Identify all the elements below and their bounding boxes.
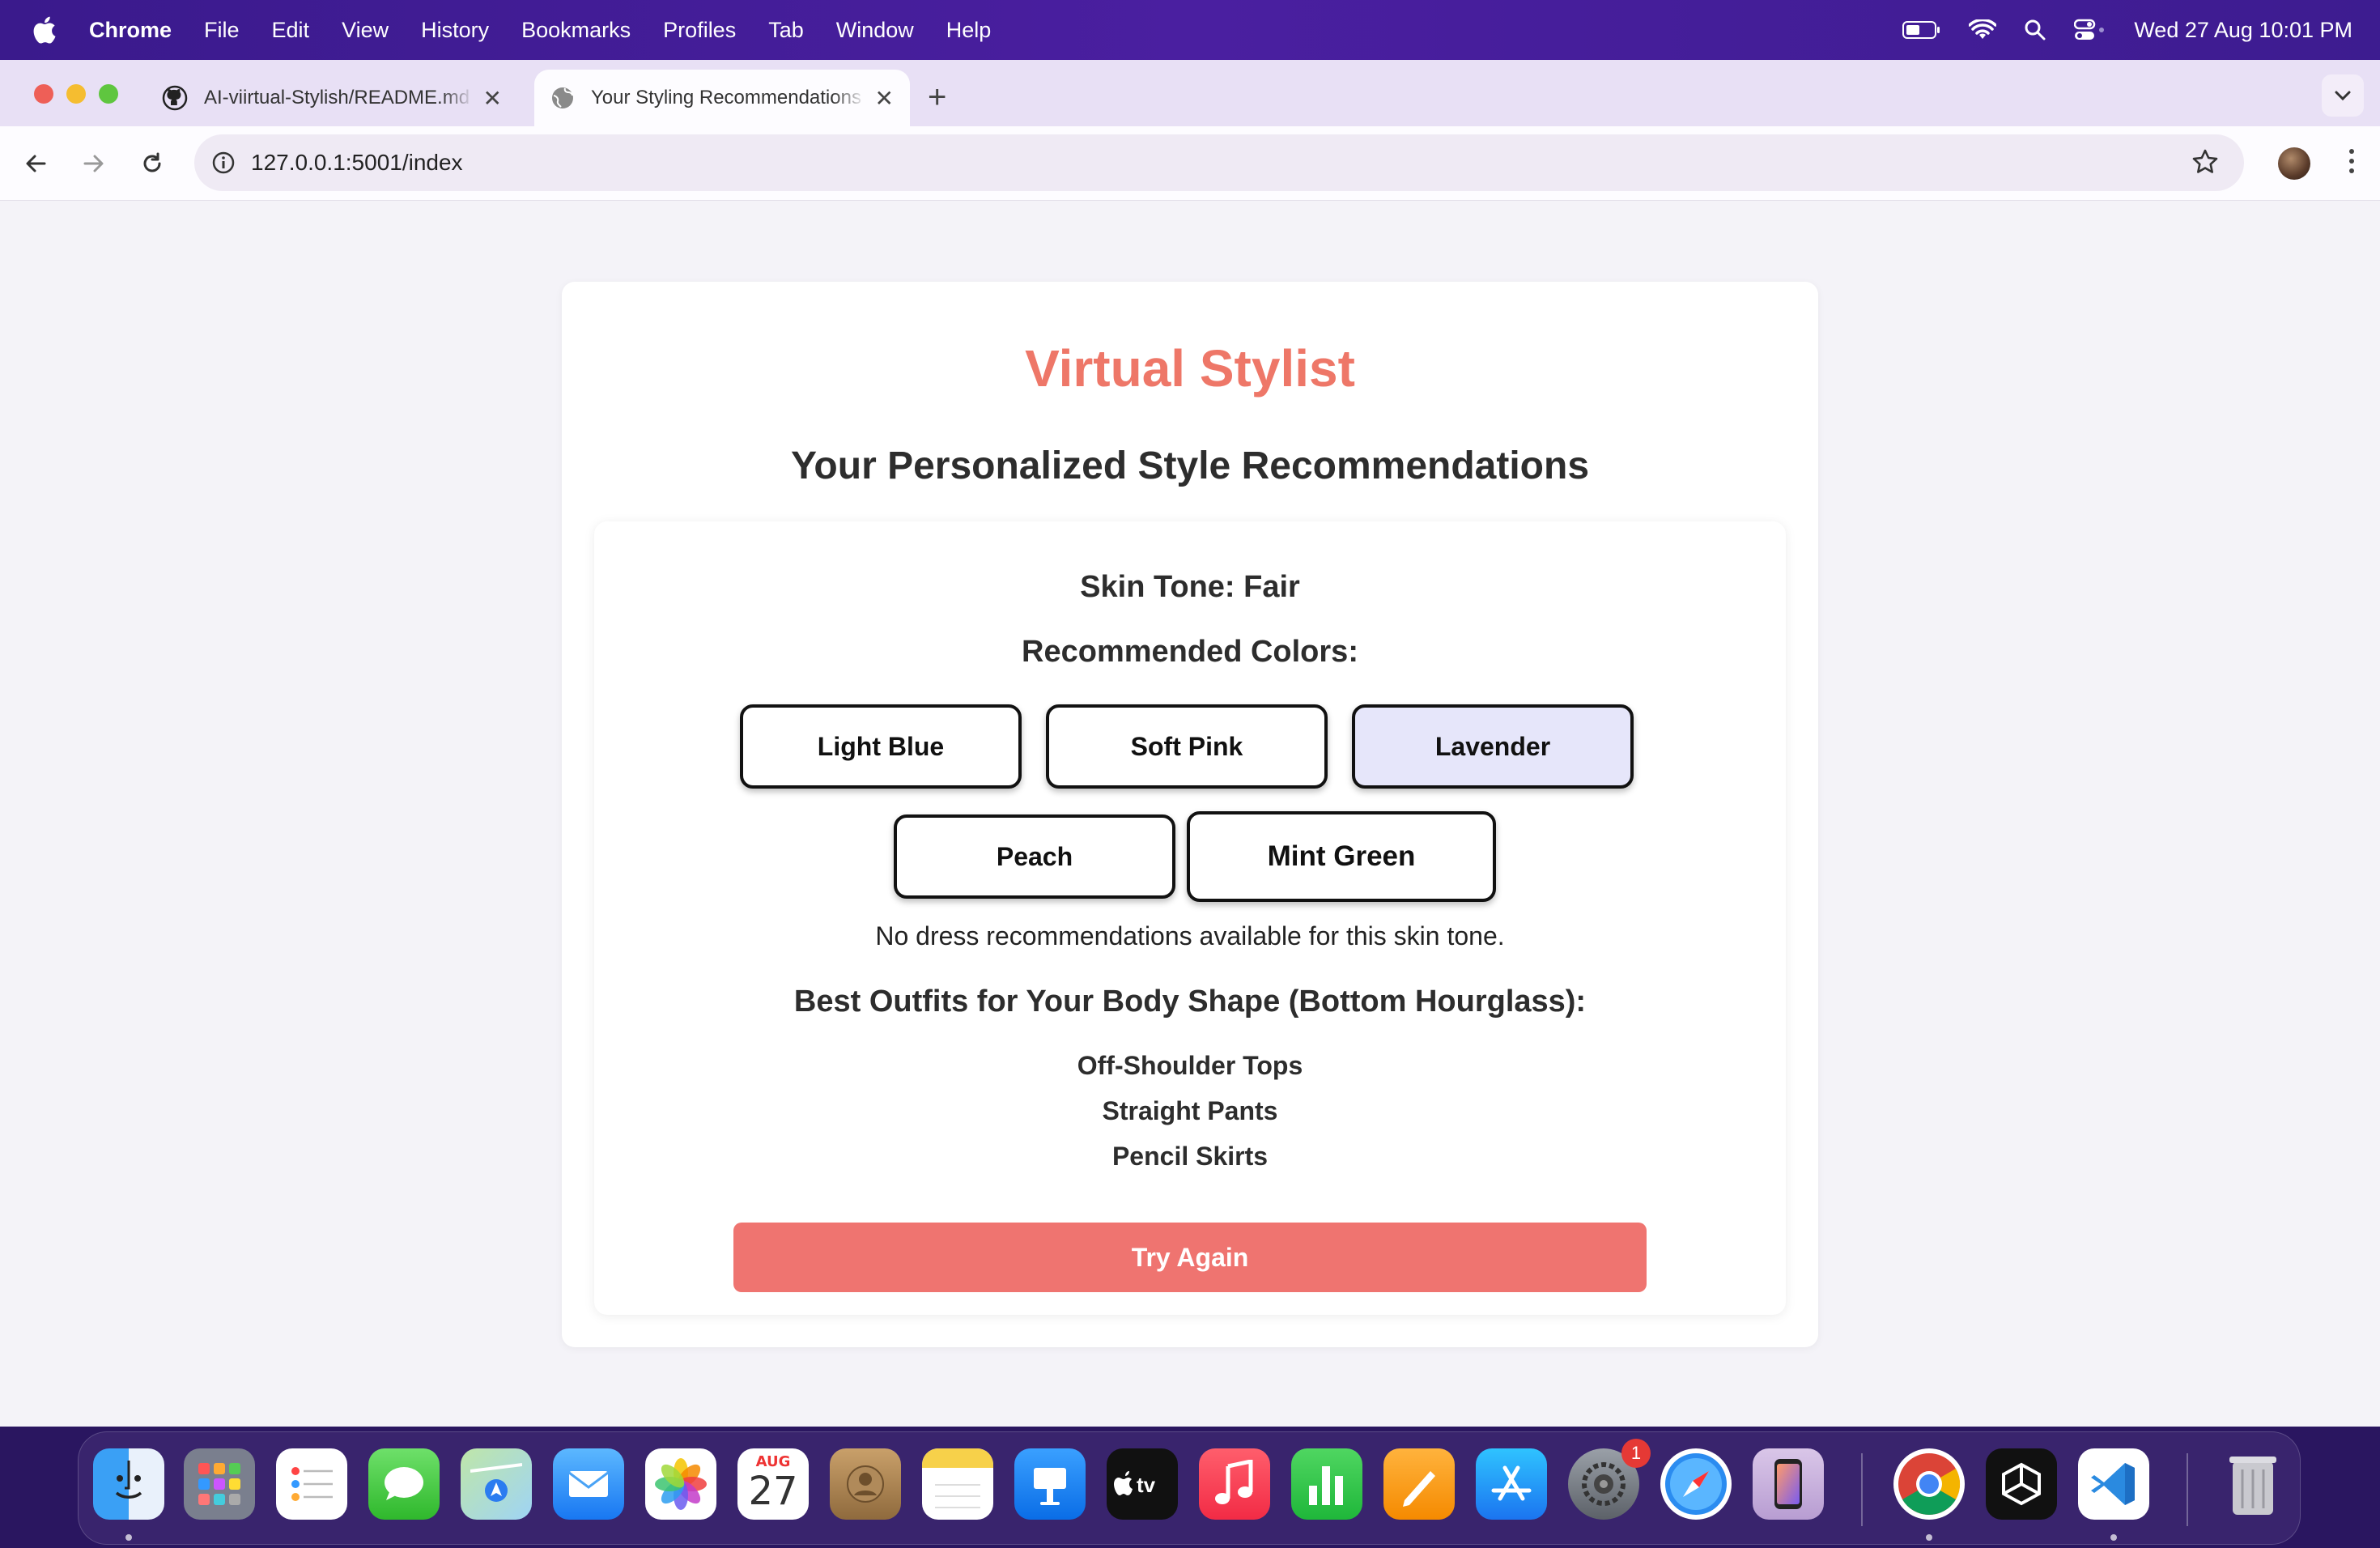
appletv-icon[interactable]: tv: [1107, 1448, 1178, 1520]
mail-icon[interactable]: [553, 1448, 624, 1520]
tab-styling[interactable]: Your Styling Recommendations ✕: [534, 70, 910, 126]
dock-separator: [2187, 1453, 2188, 1526]
messages-icon[interactable]: [368, 1448, 440, 1520]
running-indicator: [1926, 1534, 1932, 1541]
notification-badge: 1: [1621, 1439, 1651, 1468]
status-area: Wed 27 Aug 10:01 PM: [1902, 0, 2352, 60]
color-lavender-button[interactable]: Lavender: [1352, 704, 1634, 789]
finder-icon[interactable]: [93, 1448, 164, 1520]
running-indicator: [2110, 1534, 2117, 1541]
address-bar[interactable]: 127.0.0.1:5001/index: [194, 134, 2244, 191]
chrome-icon[interactable]: [1893, 1448, 1965, 1520]
minimize-window-button[interactable]: [66, 84, 86, 104]
menu-view[interactable]: View: [342, 18, 389, 43]
chevron-down-icon: [2335, 91, 2351, 101]
tab-strip: AI-viirtual-Stylish/README.md ✕ Your Sty…: [0, 60, 2380, 126]
unity-icon[interactable]: [1986, 1448, 2057, 1520]
control-center-icon[interactable]: [2074, 19, 2106, 41]
browser-toolbar: 127.0.0.1:5001/index: [0, 126, 2380, 201]
forward-button[interactable]: [78, 147, 110, 180]
menu-app-chrome[interactable]: Chrome: [89, 18, 172, 43]
menu-edit[interactable]: Edit: [272, 18, 310, 43]
profile-avatar[interactable]: [2278, 147, 2310, 180]
skin-tone-label: Skin Tone: Fair: [1080, 570, 1300, 604]
site-info-icon[interactable]: [207, 147, 240, 179]
main-card: Virtual Stylist Your Personalized Style …: [562, 282, 1818, 1347]
tab-search-button[interactable]: [2322, 74, 2364, 117]
bookmark-star-icon[interactable]: [2191, 147, 2220, 181]
close-tab-icon[interactable]: ✕: [875, 85, 894, 112]
dock: AUG 27 tv 1: [78, 1431, 2301, 1545]
wifi-icon[interactable]: [1969, 19, 1997, 40]
arrow-right-icon: [83, 155, 104, 172]
dock-area: AUG 27 tv 1: [0, 1427, 2380, 1548]
menu-file[interactable]: File: [204, 18, 240, 43]
photos-icon[interactable]: [645, 1448, 716, 1520]
dock-separator: [1861, 1453, 1863, 1526]
appstore-icon[interactable]: [1476, 1448, 1547, 1520]
music-icon[interactable]: [1199, 1448, 1270, 1520]
page-viewport: Virtual Stylist Your Personalized Style …: [0, 201, 2380, 1427]
color-mint-green-button[interactable]: Mint Green: [1187, 811, 1496, 902]
svg-text:tv: tv: [1137, 1473, 1156, 1497]
battery-icon[interactable]: [1902, 20, 1941, 40]
more-menu-icon[interactable]: [2349, 149, 2354, 173]
page-title: Virtual Stylist: [1025, 339, 1355, 398]
url-text[interactable]: 127.0.0.1:5001/index: [251, 150, 463, 176]
reload-button[interactable]: [136, 147, 168, 180]
outfit-item: Straight Pants: [1102, 1096, 1278, 1125]
numbers-icon[interactable]: [1291, 1448, 1362, 1520]
trash-icon[interactable]: [2217, 1448, 2289, 1520]
pages-icon[interactable]: [1383, 1448, 1455, 1520]
clock[interactable]: Wed 27 Aug 10:01 PM: [2134, 18, 2352, 43]
menu-help[interactable]: Help: [946, 18, 992, 43]
menu-tab[interactable]: Tab: [768, 18, 804, 43]
reload-icon: [143, 152, 161, 172]
browser-window: AI-viirtual-Stylish/README.md ✕ Your Sty…: [0, 60, 2380, 1427]
arrow-left-icon: [26, 155, 46, 172]
recommended-colors-heading: Recommended Colors:: [1022, 635, 1358, 669]
calendar-month: AUG: [755, 1453, 791, 1470]
keynote-icon[interactable]: [1014, 1448, 1086, 1520]
calendar-icon[interactable]: AUG 27: [737, 1448, 809, 1520]
github-icon: [162, 85, 188, 111]
safari-icon[interactable]: [1660, 1448, 1732, 1520]
body-shape-heading: Best Outfits for Your Body Shape (Bottom…: [793, 985, 1587, 1019]
vscode-icon[interactable]: [2078, 1448, 2149, 1520]
reminders-icon[interactable]: [276, 1448, 347, 1520]
contacts-icon[interactable]: [830, 1448, 901, 1520]
window-controls: [34, 84, 118, 104]
close-window-button[interactable]: [34, 84, 53, 104]
spotlight-search-icon[interactable]: [2024, 19, 2046, 41]
menu-profiles[interactable]: Profiles: [663, 18, 736, 43]
calendar-day: 27: [748, 1469, 798, 1514]
apple-icon[interactable]: [32, 16, 57, 44]
zoom-window-button[interactable]: [99, 84, 118, 104]
no-dress-message: No dress recommendations available for t…: [875, 921, 1505, 950]
back-button[interactable]: [19, 147, 52, 180]
running-indicator: [125, 1534, 132, 1541]
close-tab-icon[interactable]: ✕: [483, 85, 502, 112]
notes-icon[interactable]: [922, 1448, 993, 1520]
tab-readme[interactable]: AI-viirtual-Stylish/README.md ✕: [146, 70, 518, 126]
launchpad-icon[interactable]: [184, 1448, 255, 1520]
new-tab-button[interactable]: +: [928, 79, 946, 116]
maps-icon[interactable]: [461, 1448, 532, 1520]
globe-icon: [552, 87, 573, 108]
outfit-item: Off-Shoulder Tops: [1077, 1051, 1303, 1080]
tab-title: Your Styling Recommendations: [591, 87, 861, 108]
menu-bar: Chrome File Edit View History Bookmarks …: [0, 0, 2380, 60]
outfit-item: Pencil Skirts: [1111, 1142, 1269, 1171]
menu-bookmarks[interactable]: Bookmarks: [521, 18, 631, 43]
menu-window[interactable]: Window: [836, 18, 914, 43]
menu-history[interactable]: History: [421, 18, 489, 43]
iphone-mirroring-icon[interactable]: [1753, 1448, 1824, 1520]
color-light-blue-button[interactable]: Light Blue: [740, 704, 1022, 789]
recommendations-panel: Skin Tone: Fair Recommended Colors: Ligh…: [594, 521, 1786, 1315]
page-subtitle: Your Personalized Style Recommendations: [790, 444, 1590, 487]
try-again-button[interactable]: Try Again: [733, 1223, 1647, 1292]
color-soft-pink-button[interactable]: Soft Pink: [1046, 704, 1328, 789]
color-peach-button[interactable]: Peach: [894, 814, 1175, 899]
tab-title: AI-viirtual-Stylish/README.md: [204, 87, 470, 108]
